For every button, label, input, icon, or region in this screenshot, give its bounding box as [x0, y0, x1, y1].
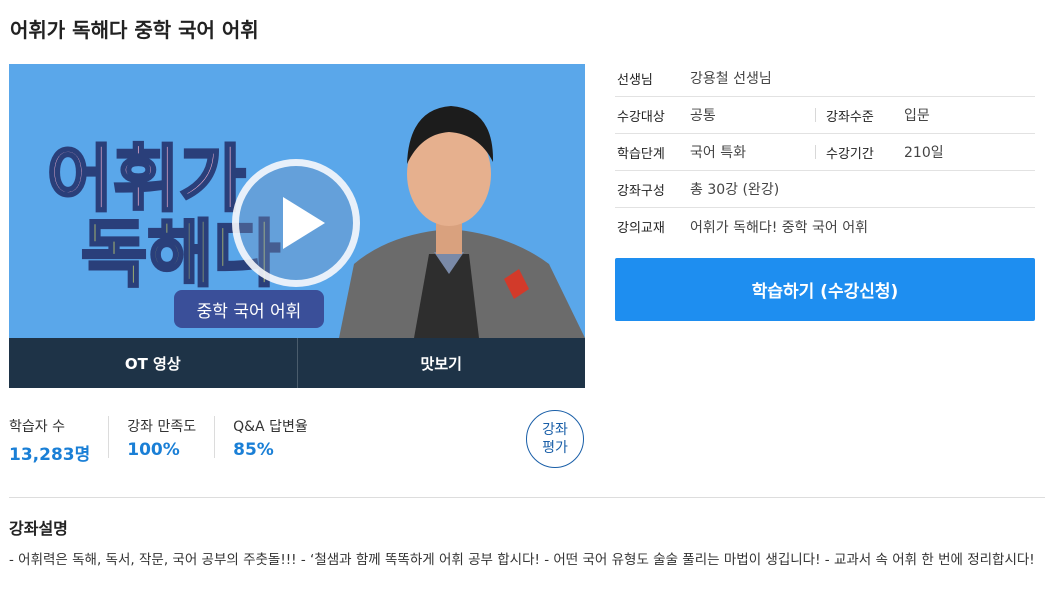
- stat-value: 100%: [127, 440, 180, 460]
- info-half-level: 강좌수준 입문: [815, 108, 1015, 125]
- info-half-target: 수강대상 공통: [615, 105, 815, 125]
- info-label: 선생님: [617, 72, 653, 88]
- logo-line1: 어휘가: [47, 137, 246, 221]
- info-half-period: 수강기간 210일: [815, 145, 1015, 162]
- video-tab-bar: OT 영상 맛보기: [9, 338, 585, 388]
- course-info-table: 선생님 강용철 선생님 수강대상 공통 강좌수준 입문 학습단계 국어 특화 수…: [615, 60, 1035, 245]
- stat-qna-rate: Q&A 답변율 85%: [233, 416, 326, 460]
- description-text: - 어휘력은 독해, 독서, 작문, 국어 공부의 주춧돌!!! - ‘철샘과 …: [9, 552, 1035, 568]
- info-label: 수강대상: [617, 109, 665, 125]
- info-value: 공통: [690, 108, 716, 124]
- video-player[interactable]: 어휘가 독해다 중학 국어 어휘 OT 영상 맛보기: [9, 64, 585, 388]
- info-value: 강용철 선생님: [690, 71, 772, 87]
- info-value: 어휘가 독해다! 중학 국어 어휘: [690, 219, 868, 236]
- info-row-stage-period: 학습단계 국어 특화 수강기간 210일: [615, 134, 1035, 171]
- stat-label: 강좌 만족도: [127, 419, 197, 435]
- info-value: 입문: [904, 108, 930, 124]
- tab-ot-video[interactable]: OT 영상: [9, 338, 297, 388]
- course-name-badge: 중학 국어 어휘: [174, 290, 324, 328]
- enroll-button[interactable]: 학습하기 (수강신청): [615, 258, 1035, 321]
- info-row-teacher: 선생님 강용철 선생님: [615, 60, 1035, 97]
- stat-label: 학습자 수: [9, 419, 65, 435]
- course-rating-button[interactable]: 강좌 평가: [526, 410, 584, 468]
- info-half-stage: 학습단계 국어 특화: [615, 142, 815, 162]
- info-row-target-level: 수강대상 공통 강좌수준 입문: [615, 97, 1035, 134]
- stat-value: 85%: [233, 440, 274, 460]
- stat-satisfaction: 강좌 만족도 100%: [127, 416, 216, 460]
- tab-preview[interactable]: 맛보기: [296, 338, 586, 388]
- info-row-composition: 강좌구성 총 30강 (완강): [615, 171, 1035, 208]
- play-button[interactable]: [232, 159, 360, 287]
- stat-label: Q&A 답변율: [233, 419, 308, 435]
- info-value: 210일: [904, 145, 944, 161]
- description-title: 강좌설명: [9, 519, 68, 538]
- play-icon: [283, 197, 325, 249]
- info-value: 국어 특화: [690, 145, 746, 161]
- info-label: 강의교재: [617, 221, 665, 236]
- info-label: 학습단계: [617, 146, 665, 162]
- info-label: 강좌구성: [617, 183, 665, 199]
- stat-value: 13,283명: [9, 445, 91, 465]
- info-label: 강좌수준: [826, 109, 874, 125]
- course-stats: 학습자 수 13,283명 강좌 만족도 100% Q&A 답변율 85%: [9, 416, 344, 465]
- section-divider: [9, 497, 1045, 498]
- rate-button-line2: 평가: [542, 440, 568, 456]
- rate-button-line1: 강좌: [542, 422, 568, 438]
- info-value: 총 30강 (완강): [690, 182, 780, 198]
- stat-learners: 학습자 수 13,283명: [9, 416, 110, 465]
- page-title: 어휘가 독해다 중학 국어 어휘: [10, 18, 259, 42]
- info-label: 수강기간: [826, 146, 874, 162]
- info-row-textbook: 강의교재 어휘가 독해다! 중학 국어 어휘: [615, 208, 1035, 245]
